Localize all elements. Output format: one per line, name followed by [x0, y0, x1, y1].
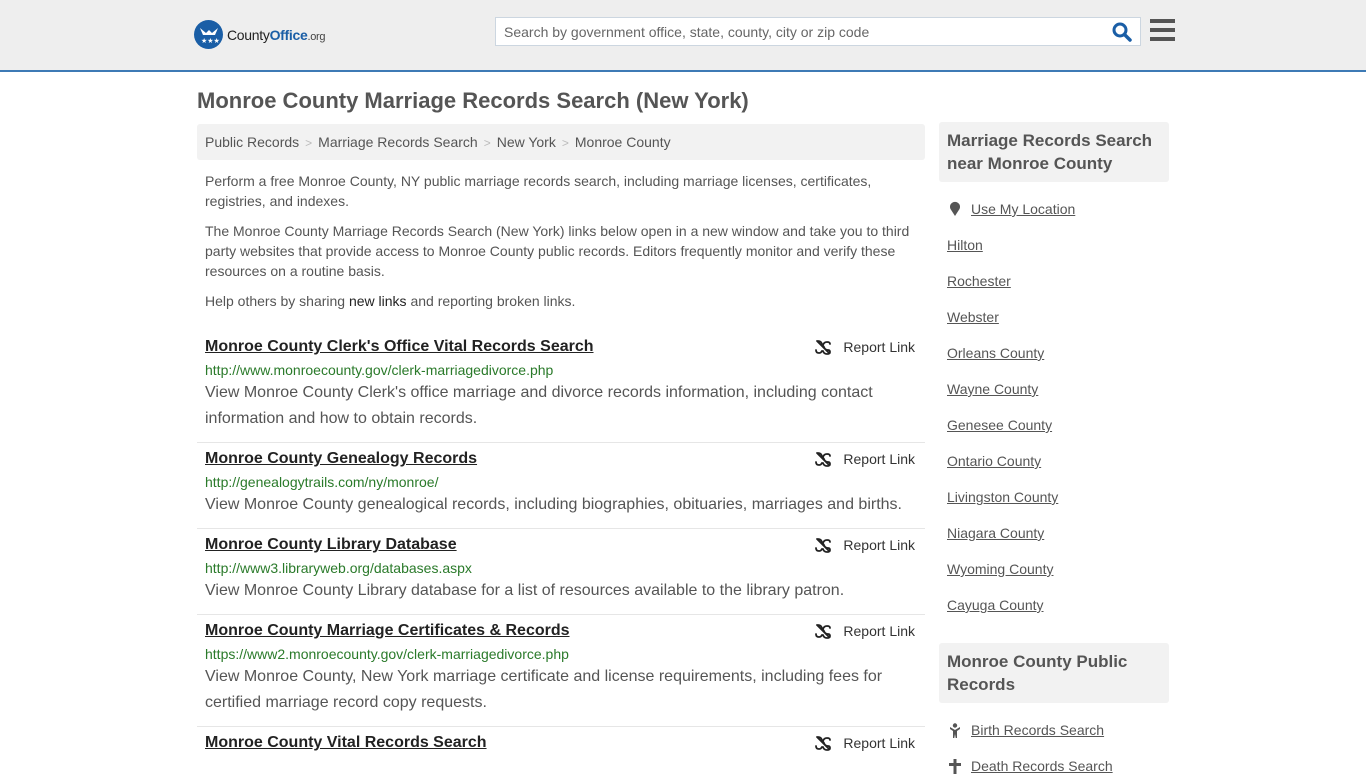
page-title: Monroe County Marriage Records Search (N…: [197, 88, 749, 113]
report-link-button[interactable]: Report Link: [815, 623, 915, 639]
death-records-link[interactable]: Death Records Search: [947, 748, 1161, 784]
resource-title-link[interactable]: Monroe County Library Database: [205, 535, 457, 555]
resource-title-link[interactable]: Monroe County Vital Records Search: [205, 733, 487, 753]
search-icon[interactable]: [1112, 22, 1134, 42]
map-pin-icon: [947, 201, 963, 217]
resource-item: Monroe County Genealogy Records http://g…: [197, 443, 925, 529]
intro-paragraph-2: The Monroe County Marriage Records Searc…: [205, 223, 910, 279]
logo[interactable]: ★★★ CountyOffice.org: [194, 20, 326, 49]
breadcrumb-monroe-county[interactable]: Monroe County: [575, 134, 671, 150]
intro-paragraph-1: Perform a free Monroe County, NY public …: [205, 173, 872, 209]
nearby-link-genesee-county[interactable]: Genesee County: [947, 407, 1161, 443]
nearby-link-niagara-county[interactable]: Niagara County: [947, 515, 1161, 551]
search-box: [495, 17, 1141, 46]
site-header: ★★★ CountyOffice.org: [0, 0, 1366, 72]
svg-text:★★★: ★★★: [201, 37, 220, 45]
cross-icon: [947, 758, 963, 774]
report-link-button[interactable]: Report Link: [815, 339, 915, 355]
breadcrumb-separator: >: [561, 136, 569, 150]
resource-list: Monroe County Clerk's Office Vital Recor…: [197, 331, 925, 763]
eagle-logo-icon: ★★★: [194, 20, 223, 49]
resource-url[interactable]: https://www2.monroecounty.gov/clerk-marr…: [205, 645, 917, 663]
nearby-link-orleans-county[interactable]: Orleans County: [947, 335, 1161, 371]
nearby-link-cayuga-county[interactable]: Cayuga County: [947, 587, 1161, 623]
nearby-link-rochester[interactable]: Rochester: [947, 263, 1161, 299]
nearby-link-wyoming-county[interactable]: Wyoming County: [947, 551, 1161, 587]
report-link-button[interactable]: Report Link: [815, 537, 915, 553]
logo-text: CountyOffice.org: [227, 26, 326, 43]
resource-url[interactable]: http://genealogytrails.com/ny/monroe/: [205, 473, 917, 491]
birth-records-link[interactable]: Birth Records Search: [947, 712, 1161, 748]
nearby-link-livingston-county[interactable]: Livingston County: [947, 479, 1161, 515]
resource-url[interactable]: http://www.monroecounty.gov/clerk-marria…: [205, 361, 917, 379]
intro-paragraph-3: Help others by sharing new links and rep…: [205, 293, 576, 309]
breadcrumb-separator: >: [305, 136, 313, 150]
resource-description: View Monroe County Library database for …: [205, 582, 845, 599]
resource-item: Monroe County Marriage Certificates & Re…: [197, 615, 925, 727]
breadcrumb-public-records[interactable]: Public Records: [205, 134, 299, 150]
breadcrumb-marriage-records[interactable]: Marriage Records Search: [318, 134, 478, 150]
search-input[interactable]: [496, 18, 1106, 45]
public-records-heading: Monroe County Public Records: [939, 643, 1169, 703]
resource-description: View Monroe County genealogical records,…: [205, 496, 902, 513]
resource-title-link[interactable]: Monroe County Marriage Certificates & Re…: [205, 621, 570, 641]
report-link-button[interactable]: Report Link: [815, 735, 915, 751]
broken-link-icon: [815, 538, 832, 553]
broken-link-icon: [815, 340, 832, 355]
resource-description: View Monroe County Clerk's office marria…: [205, 384, 873, 427]
broken-link-icon: [815, 452, 832, 467]
resource-item: Monroe County Vital Records Search Repor…: [197, 727, 925, 763]
broken-link-icon: [815, 624, 832, 639]
use-my-location-link[interactable]: Use My Location: [947, 191, 1161, 227]
broken-link-icon: [815, 736, 832, 751]
baby-icon: [947, 722, 963, 738]
public-records-list: Birth Records Search Death Records Searc…: [939, 703, 1169, 784]
nearby-link-wayne-county[interactable]: Wayne County: [947, 371, 1161, 407]
resource-title-link[interactable]: Monroe County Clerk's Office Vital Recor…: [205, 337, 594, 357]
nearby-link-ontario-county[interactable]: Ontario County: [947, 443, 1161, 479]
breadcrumb-separator: >: [483, 136, 491, 150]
report-link-button[interactable]: Report Link: [815, 451, 915, 467]
hamburger-menu-icon[interactable]: [1150, 19, 1175, 41]
main-content: Public Records > Marriage Records Search > N…: [197, 124, 925, 763]
nearby-list: Use My Location Hilton Rochester Webster…: [939, 182, 1169, 623]
breadcrumb-new-york[interactable]: New York: [497, 134, 556, 150]
nearby-link-webster[interactable]: Webster: [947, 299, 1161, 335]
sidebar: Marriage Records Search near Monroe Coun…: [939, 122, 1169, 784]
breadcrumb: Public Records > Marriage Records Search > N…: [197, 124, 925, 160]
new-links-link[interactable]: new links: [349, 293, 407, 309]
resource-description: View Monroe County, New York marriage ce…: [205, 668, 883, 711]
nearby-link-hilton[interactable]: Hilton: [947, 227, 1161, 263]
nearby-heading: Marriage Records Search near Monroe Coun…: [939, 122, 1169, 182]
resource-title-link[interactable]: Monroe County Genealogy Records: [205, 449, 477, 469]
resource-item: Monroe County Library Database http://ww…: [197, 529, 925, 615]
resource-item: Monroe County Clerk's Office Vital Recor…: [197, 331, 925, 443]
intro-text: Perform a free Monroe County, NY public …: [197, 171, 925, 311]
resource-url[interactable]: http://www3.libraryweb.org/databases.asp…: [205, 559, 917, 577]
